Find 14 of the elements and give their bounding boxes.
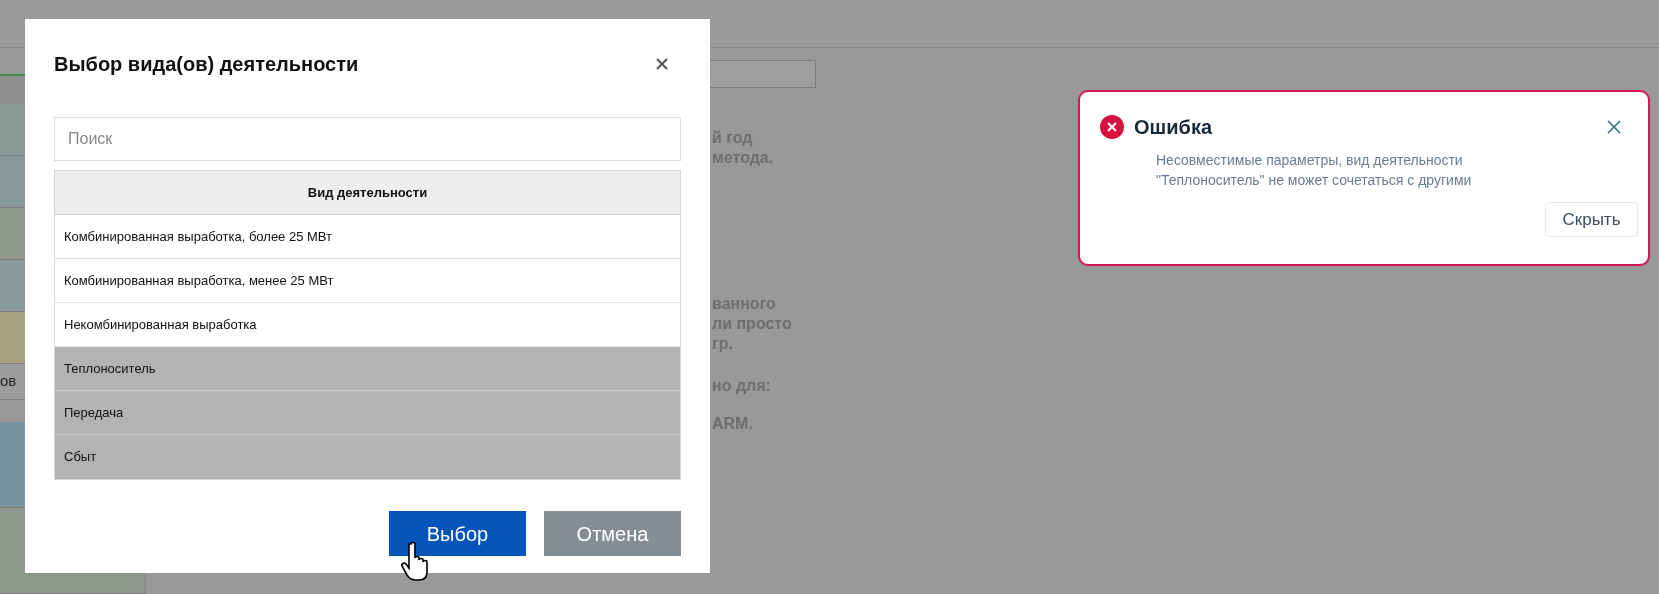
table-row: Сбыт <box>55 435 680 479</box>
error-icon <box>1100 115 1124 139</box>
table-cell-text: ов <box>0 371 17 392</box>
column-header: Вид деятельности <box>55 171 680 215</box>
close-icon[interactable] <box>1606 119 1622 135</box>
table-row: Теплоноситель <box>55 347 680 391</box>
close-icon[interactable] <box>655 57 669 71</box>
select-button[interactable]: Выбор <box>389 511 526 556</box>
hide-button[interactable]: Скрыть <box>1545 202 1638 237</box>
table-row: Передача <box>55 391 680 435</box>
toast-message: Несовместимые параметры, вид деятельности "Теплоноситель" не может сочетаться с другими <box>1156 151 1473 190</box>
search-field[interactable]: Поиск <box>54 117 681 161</box>
toast-title: Ошибка <box>1134 115 1212 140</box>
dialog-title: Выбор вида(ов) деятельности <box>54 52 359 77</box>
